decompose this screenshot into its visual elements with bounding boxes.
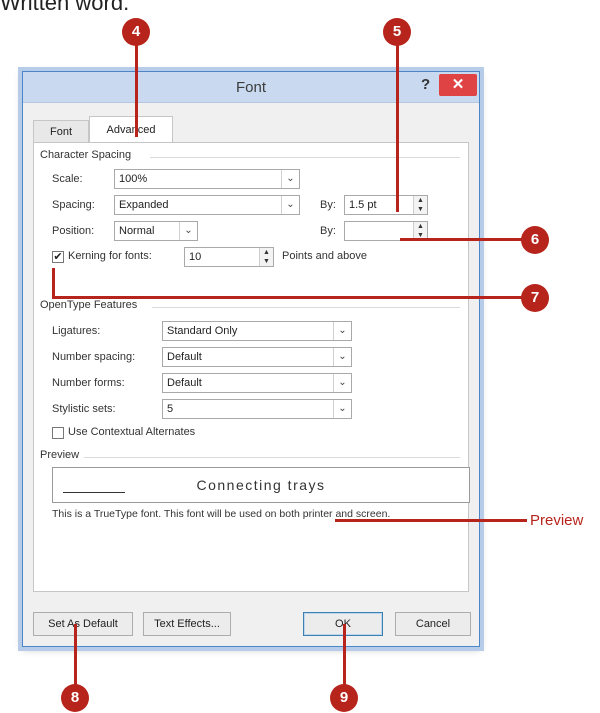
- callout-4: 4: [122, 18, 150, 46]
- callout-8: 8: [61, 684, 89, 712]
- preview-group-label: Preview: [40, 449, 80, 461]
- spacing-by-spinner[interactable]: 1.5 pt ▲ ▼: [344, 195, 428, 215]
- number-forms-label: Number forms:: [52, 377, 125, 389]
- dropdown-arrow-icon: ⌄: [333, 322, 351, 340]
- spacing-by-value: 1.5 pt: [349, 199, 377, 211]
- advanced-panel: Character Spacing Scale: 100% ⌄ Spacing:…: [33, 142, 470, 592]
- dropdown-arrow-icon: ⌄: [179, 222, 197, 240]
- callout-7-line-v: [52, 268, 55, 297]
- spacing-by-label: By:: [320, 199, 336, 211]
- tab-font-label: Font: [49, 126, 72, 138]
- spinner-icon[interactable]: ▲ ▼: [259, 248, 273, 266]
- callout-5: 5: [383, 18, 411, 46]
- kerning-spinner[interactable]: 10 ▲ ▼: [184, 247, 274, 267]
- ligatures-dropdown[interactable]: Standard Only ⌄: [162, 321, 352, 341]
- scale-dropdown[interactable]: 100% ⌄: [114, 169, 300, 189]
- callout-6: 6: [521, 226, 549, 254]
- position-by-label: By:: [320, 225, 336, 237]
- callout-4-line: [135, 45, 138, 137]
- title-bar: Font ? ✕: [23, 72, 479, 103]
- ligatures-value: Standard Only: [167, 325, 238, 337]
- page-top-text: Written word.: [0, 0, 130, 15]
- stylistic-sets-dropdown[interactable]: 5 ⌄: [162, 399, 352, 419]
- stylistic-sets-label: Stylistic sets:: [52, 403, 116, 415]
- contextual-alternates-label: Use Contextual Alternates: [68, 426, 196, 438]
- divider: [84, 457, 460, 458]
- callout-6-line: [400, 238, 522, 241]
- set-as-default-button[interactable]: Set As Default: [33, 612, 133, 636]
- dropdown-arrow-icon: ⌄: [333, 374, 351, 392]
- scale-label: Scale:: [52, 173, 83, 185]
- kerning-suffix: Points and above: [282, 250, 368, 262]
- preview-callout-line: [335, 519, 527, 522]
- scale-value: 100%: [119, 173, 148, 185]
- ligatures-label: Ligatures:: [52, 325, 101, 337]
- callout-5-line: [396, 45, 399, 212]
- number-spacing-value: Default: [167, 351, 202, 363]
- callout-7-line-h: [52, 296, 524, 299]
- spacing-value: Expanded: [119, 199, 169, 211]
- number-spacing-dropdown[interactable]: Default ⌄: [162, 347, 352, 367]
- preview-sample-text: Connecting trays: [196, 477, 326, 493]
- divider: [150, 157, 460, 158]
- callout-8-line: [74, 624, 77, 688]
- contextual-alternates-checkbox[interactable]: [52, 427, 64, 439]
- stylistic-sets-value: 5: [167, 403, 174, 415]
- number-forms-value: Default: [167, 377, 202, 389]
- opentype-group-label: OpenType Features: [40, 299, 138, 311]
- kerning-label: Kerning for fonts:: [68, 250, 152, 262]
- spacing-label: Spacing:: [52, 199, 95, 211]
- font-dialog: Font ? ✕ Font Advanced Character Spacing…: [22, 71, 480, 647]
- kerning-checkbox[interactable]: ✔: [52, 251, 64, 263]
- dropdown-arrow-icon: ⌄: [333, 348, 351, 366]
- position-dropdown[interactable]: Normal ⌄: [114, 221, 198, 241]
- cancel-button[interactable]: Cancel: [395, 612, 471, 636]
- divider: [152, 307, 460, 308]
- dropdown-arrow-icon: ⌄: [281, 196, 299, 214]
- spacing-dropdown[interactable]: Expanded ⌄: [114, 195, 300, 215]
- kerning-value: 10: [189, 251, 202, 263]
- position-value: Normal: [119, 225, 155, 237]
- text-effects-button[interactable]: Text Effects...: [143, 612, 231, 636]
- character-spacing-group-label: Character Spacing: [40, 149, 132, 161]
- tab-advanced[interactable]: Advanced: [89, 116, 173, 143]
- preview-box: Connecting trays: [52, 467, 470, 503]
- tab-font[interactable]: Font: [33, 120, 89, 142]
- tab-advanced-label: Advanced: [106, 124, 156, 136]
- dropdown-arrow-icon: ⌄: [333, 400, 351, 418]
- callout-9-line: [343, 624, 346, 688]
- close-icon[interactable]: ✕: [439, 74, 477, 96]
- number-spacing-label: Number spacing:: [52, 351, 136, 363]
- dropdown-arrow-icon: ⌄: [281, 170, 299, 188]
- checkbox-check-icon: ✔: [53, 251, 63, 263]
- help-icon[interactable]: ?: [421, 76, 430, 93]
- number-forms-dropdown[interactable]: Default ⌄: [162, 373, 352, 393]
- position-label: Position:: [52, 225, 95, 237]
- callout-7: 7: [521, 284, 549, 312]
- dialog-title: Font: [235, 79, 266, 96]
- preview-callout-label: Preview: [530, 512, 584, 529]
- callout-9: 9: [330, 684, 358, 712]
- spinner-icon[interactable]: ▲ ▼: [413, 196, 427, 214]
